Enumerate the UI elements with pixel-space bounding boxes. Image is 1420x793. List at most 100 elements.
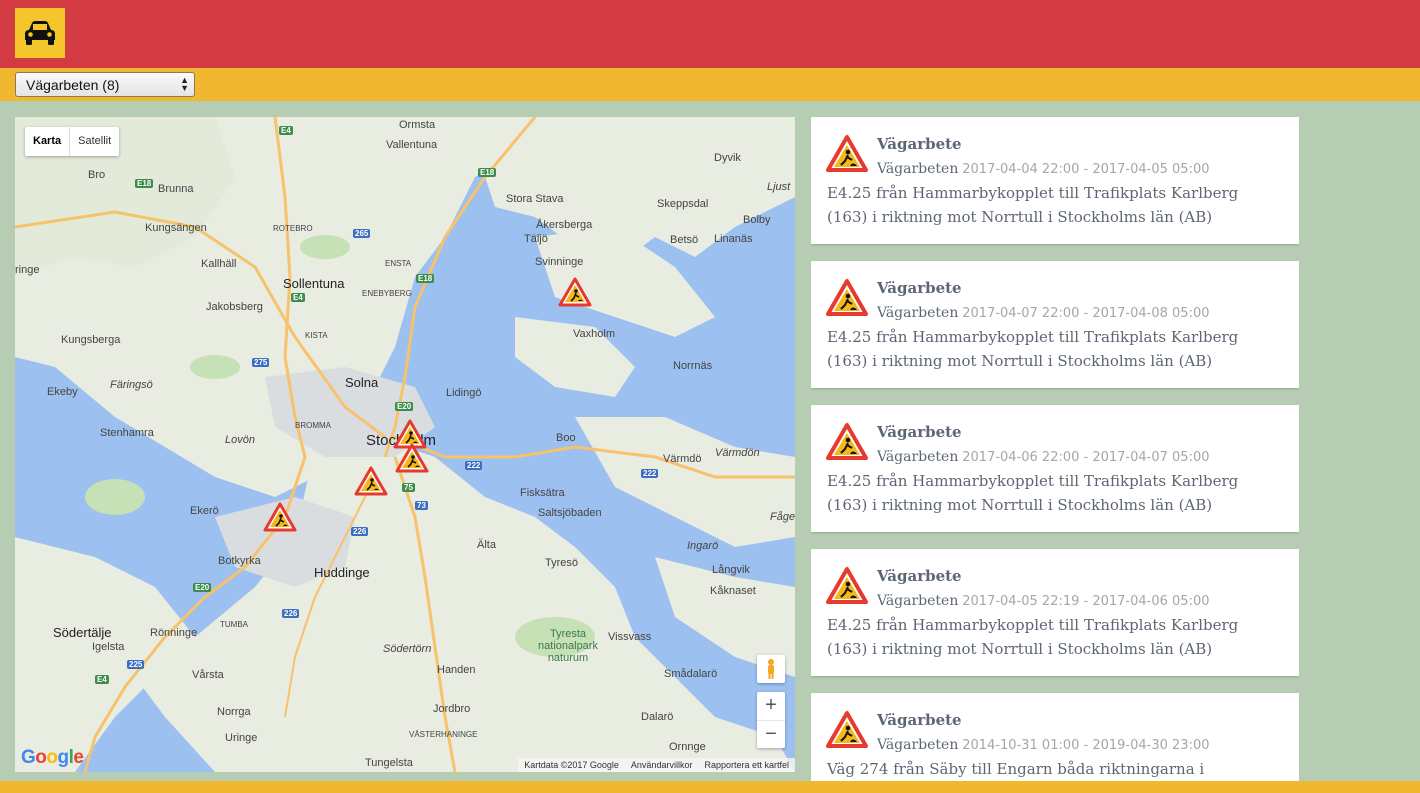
road-shield: 275 [252, 358, 270, 367]
event-title: Vägarbete [877, 279, 962, 297]
event-type: Vägarbeten [877, 593, 959, 609]
map-label: Åkersberga [536, 219, 593, 231]
event-meta: Vägarbeten 2017-04-07 22:00 - 2017-04-08… [877, 304, 1210, 321]
road-shield: E18 [478, 168, 497, 177]
event-type: Vägarbeten [877, 449, 959, 465]
map-label: Ormsta [399, 119, 436, 131]
map-label: Fåge [770, 511, 795, 523]
event-time: 2014-10-31 01:00 - 2019-04-30 23:00 [962, 738, 1210, 753]
map-label: Vårsta [192, 669, 224, 681]
roadwork-icon [826, 135, 868, 172]
event-card[interactable]: Vägarbete Vägarbeten 2017-04-07 22:00 - … [811, 261, 1299, 388]
map-label: Dalarö [641, 711, 674, 723]
app-logo[interactable] [15, 8, 65, 58]
map-label: Tyresta nationalpark naturum [538, 628, 598, 664]
event-type: Vägarbeten [877, 305, 959, 321]
event-card[interactable]: Vägarbete Vägarbeten 2017-04-04 22:00 - … [811, 117, 1299, 244]
event-title: Vägarbete [877, 135, 962, 153]
event-meta: Vägarbeten 2017-04-04 22:00 - 2017-04-05… [877, 160, 1210, 177]
map-label: Älta [477, 539, 496, 551]
map-label: Kungsängen [145, 222, 207, 234]
select-value: Vägarbeten (8) [26, 77, 120, 93]
event-meta: Vägarbeten 2014-10-31 01:00 - 2019-04-30… [877, 736, 1210, 753]
road-shield: E4 [279, 126, 293, 135]
map[interactable]: Karta Satellit Ormsta Vallentuna Dyvik L… [15, 117, 795, 772]
map-label: Igelsta [92, 641, 125, 653]
map-type-satellit-button[interactable]: Satellit [69, 127, 119, 156]
map-label: ENEBYBERG [362, 289, 412, 298]
event-title: Vägarbete [877, 567, 962, 585]
event-card[interactable]: Vägarbete Vägarbeten 2017-04-05 22:19 - … [811, 549, 1299, 676]
zoom-out-button[interactable]: − [757, 720, 785, 748]
map-data-credit: Kartdata ©2017 Google [524, 760, 619, 770]
google-logo[interactable]: Google [21, 747, 84, 769]
event-type: Vägarbeten [877, 161, 959, 177]
map-label: Dyvik [714, 152, 741, 164]
map-label: Svinninge [535, 256, 584, 268]
event-description: E4.25 från Hammarbykopplet till Trafikpl… [827, 328, 1239, 370]
map-label: Kungsberga [61, 334, 121, 346]
map-type-control: Karta Satellit [25, 127, 120, 156]
event-card[interactable]: Vägarbete Vägarbeten 2014-10-31 01:00 - … [811, 693, 1299, 781]
map-label: KISTA [305, 331, 328, 340]
map-label: Södertälje [53, 625, 112, 640]
event-card[interactable]: Vägarbete Vägarbeten 2017-04-06 22:00 - … [811, 405, 1299, 532]
map-label: Norrga [217, 706, 251, 718]
map-label: Långvik [712, 564, 750, 576]
map-label: Stenhamra [100, 427, 154, 439]
map-label: Ingarö [687, 540, 719, 552]
map-label: Vissvass [608, 631, 652, 643]
event-type: Vägarbeten [877, 737, 959, 753]
roadwork-marker-icon[interactable] [263, 502, 297, 532]
map-label: Smådalarö [664, 668, 718, 680]
event-time: 2017-04-07 22:00 - 2017-04-08 05:00 [962, 306, 1210, 321]
map-label: Tungelsta [365, 757, 413, 769]
road-shield: E18 [416, 274, 435, 283]
map-label: Täljö [524, 233, 548, 245]
map-label: Huddinge [314, 565, 370, 580]
footer-bar [0, 781, 1420, 793]
roadwork-marker-icon[interactable] [354, 466, 388, 496]
map-label: Värmdö [663, 453, 702, 465]
map-label: Kallhäll [201, 258, 237, 270]
zoom-in-button[interactable]: + [757, 692, 785, 720]
map-label: Värmdön [715, 447, 760, 459]
report-map-error-link[interactable]: Rapportera ett kartfel [698, 758, 795, 772]
map-label: Sollentuna [283, 276, 345, 291]
road-shield: 222 [641, 469, 659, 478]
map-label: Handen [437, 664, 476, 676]
map-type-karta-button[interactable]: Karta [25, 127, 69, 156]
roadwork-marker-icon[interactable] [395, 443, 429, 473]
map-attribution: Kartdata ©2017 Google Användarvillkor Ra… [518, 758, 795, 772]
map-label: VÄSTERHANINGE [409, 730, 478, 739]
event-description: E4.25 från Hammarbykopplet till Trafikpl… [827, 184, 1239, 226]
event-type-select[interactable]: Vägarbeten (8) ▲ ▼ [15, 72, 195, 97]
chevron-updown-icon: ▲ ▼ [180, 75, 189, 93]
roadwork-icon [826, 711, 868, 748]
map-label: Ekeby [47, 386, 78, 398]
road-shield: E18 [135, 179, 154, 188]
street-view-pegman-button[interactable] [757, 655, 785, 683]
map-label: Ljust [767, 181, 791, 193]
map-label: ENSTA [385, 259, 412, 268]
roadwork-marker-icon[interactable] [558, 277, 592, 307]
terms-link[interactable]: Användarvillkor [625, 758, 699, 772]
event-time: 2017-04-05 22:19 - 2017-04-06 05:00 [962, 594, 1210, 609]
road-shield: 265 [353, 229, 371, 238]
road-shield: 226 [351, 527, 369, 536]
map-label: ROTEBRO [273, 224, 313, 233]
road-shield: 226 [282, 609, 300, 618]
map-label: Solna [345, 375, 379, 390]
event-time: 2017-04-04 22:00 - 2017-04-05 05:00 [962, 162, 1210, 177]
map-label: Stora Stava [506, 193, 564, 205]
event-meta: Vägarbeten 2017-04-06 22:00 - 2017-04-07… [877, 448, 1210, 465]
event-time: 2017-04-06 22:00 - 2017-04-07 05:00 [962, 450, 1210, 465]
map-label: Vallentuna [386, 139, 438, 151]
map-label: Linanäs [714, 233, 753, 245]
car-icon [25, 21, 55, 45]
map-label: Skeppsdal [657, 198, 709, 210]
map-label: Lidingö [446, 387, 482, 399]
map-label: Bolby [743, 214, 771, 226]
roadwork-icon [826, 279, 868, 316]
map-label: Betsö [670, 234, 699, 246]
